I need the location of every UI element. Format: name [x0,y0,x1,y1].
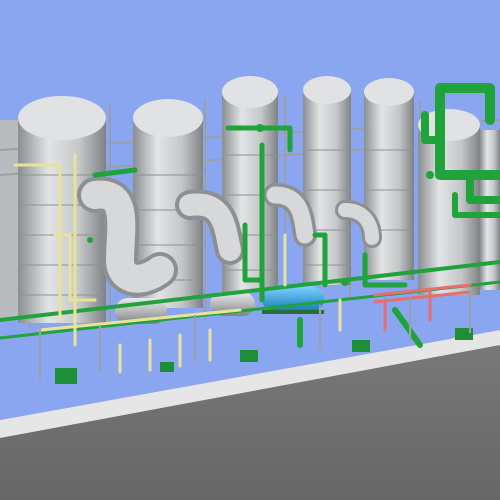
vessel-5 [364,78,414,280]
plant-3d-render [0,0,500,500]
